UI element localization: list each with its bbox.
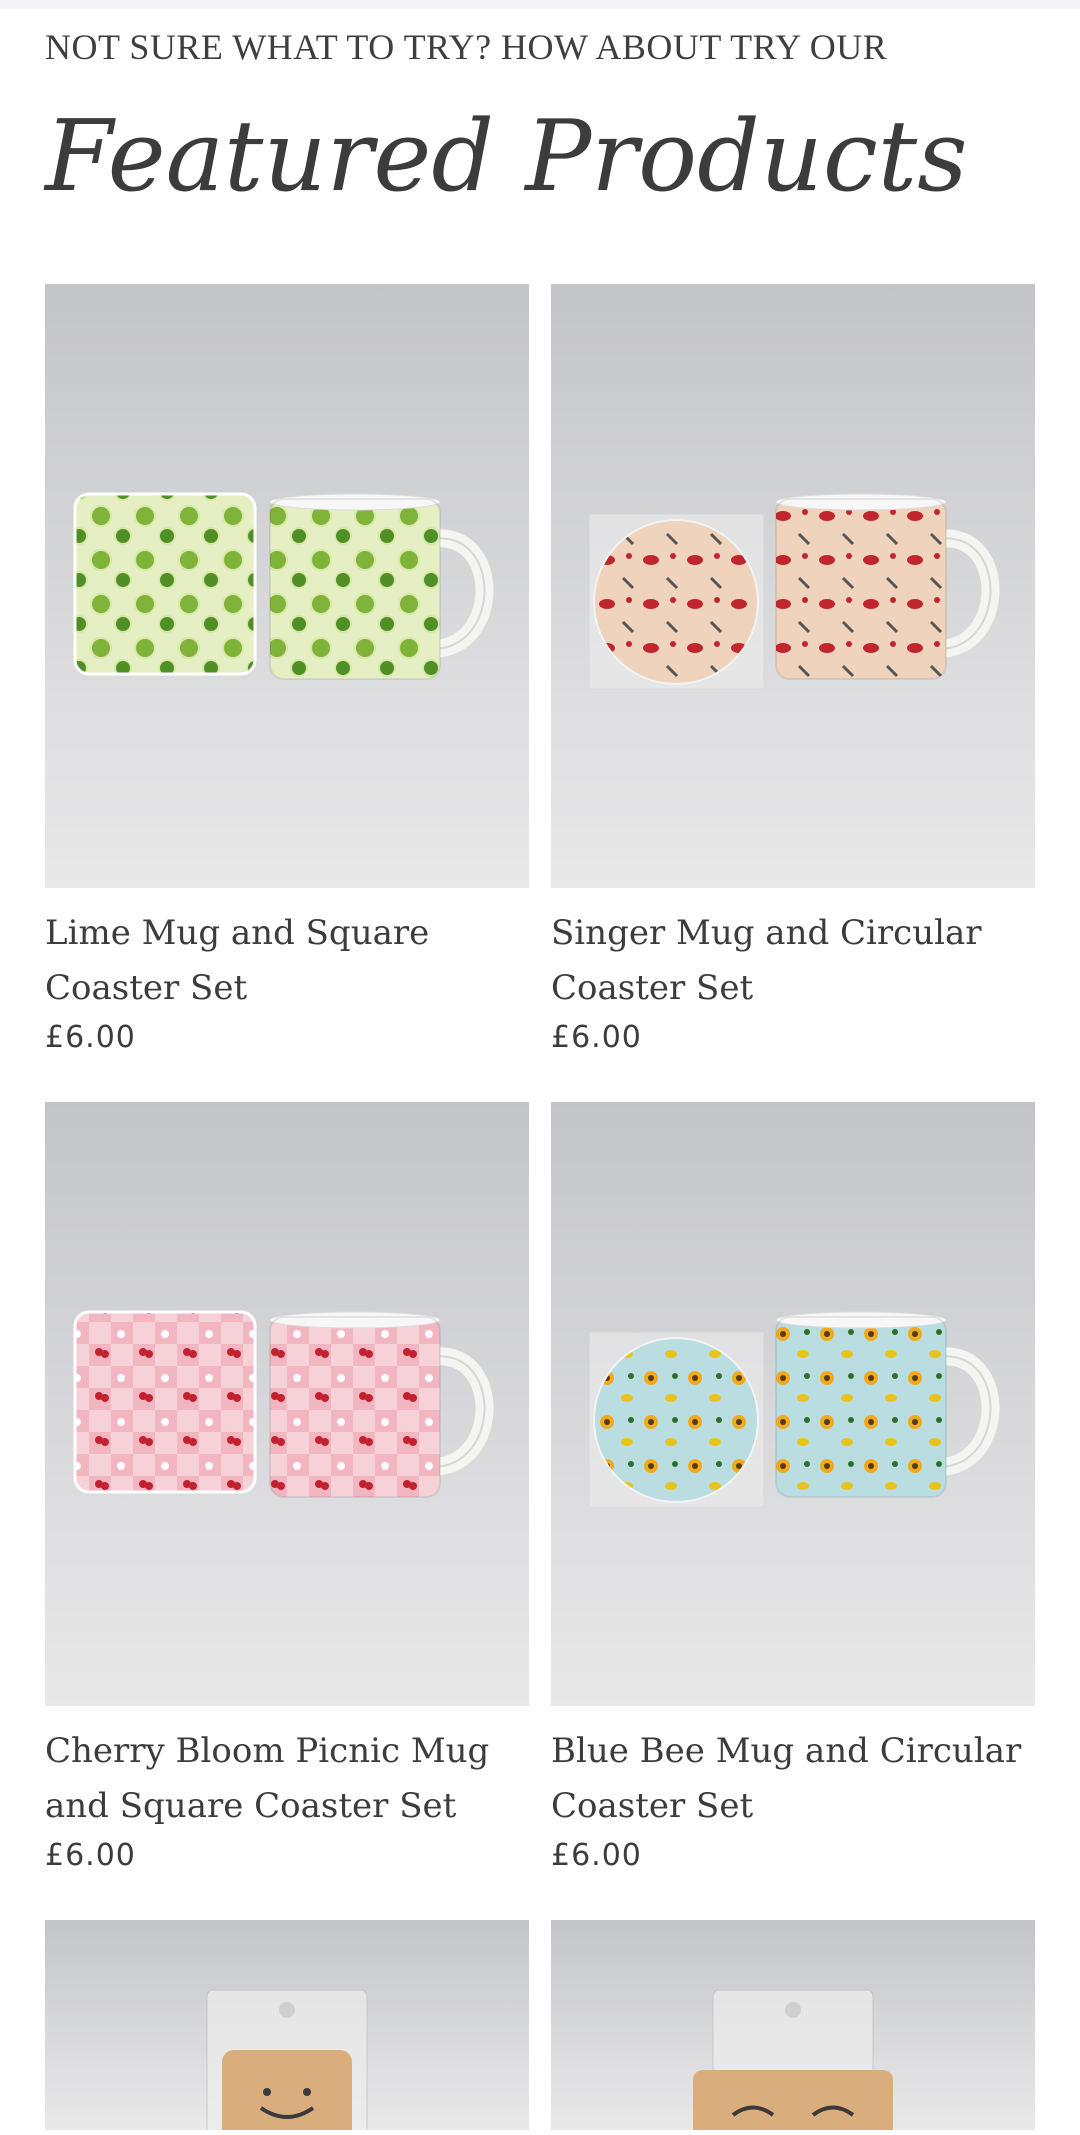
product-image[interactable] bbox=[551, 1920, 1035, 2130]
product-image[interactable] bbox=[551, 1102, 1035, 1706]
mug-rim bbox=[269, 493, 441, 511]
product-grid: Lime Mug and Square Coaster Set £6.00 Si… bbox=[45, 284, 1035, 2130]
product-title[interactable]: Blue Bee Mug and Circular Coaster Set bbox=[551, 1724, 1035, 1834]
coaster bbox=[73, 1310, 257, 1494]
product-price: £6.00 bbox=[45, 1838, 136, 1873]
product-title[interactable]: Lime Mug and Square Coaster Set bbox=[45, 906, 529, 1016]
product-image[interactable] bbox=[45, 284, 529, 888]
coaster bbox=[593, 519, 759, 685]
mug-rim bbox=[775, 1311, 947, 1329]
product-card[interactable]: Singer Mug and Circular Coaster Set £6.0… bbox=[551, 284, 1035, 1102]
product-card[interactable]: Cherry Bloom Picnic Mug and Square Coast… bbox=[45, 1102, 529, 1920]
product-card[interactable] bbox=[551, 1920, 1035, 2130]
product-image[interactable] bbox=[45, 1920, 529, 2130]
mug-rim bbox=[269, 1311, 441, 1329]
coaster bbox=[593, 1337, 759, 1503]
tag-eye bbox=[263, 2088, 271, 2096]
tag-eye bbox=[303, 2088, 311, 2096]
mug-body bbox=[270, 1317, 440, 1497]
product-card[interactable]: Blue Bee Mug and Circular Coaster Set £6… bbox=[551, 1102, 1035, 1920]
product-image[interactable] bbox=[551, 284, 1035, 888]
top-bar bbox=[0, 0, 1080, 9]
product-image[interactable] bbox=[45, 1102, 529, 1706]
mug-rim bbox=[775, 493, 947, 511]
hang-hole bbox=[785, 2002, 801, 2018]
product-price: £6.00 bbox=[551, 1020, 642, 1055]
mug-body bbox=[776, 499, 946, 679]
product-price: £6.00 bbox=[45, 1020, 136, 1055]
coaster bbox=[73, 492, 257, 676]
section-heading: Featured Products bbox=[45, 100, 968, 214]
mug-body bbox=[776, 1317, 946, 1497]
product-card[interactable] bbox=[45, 1920, 529, 2130]
hang-hole bbox=[279, 2002, 295, 2018]
mug-body bbox=[270, 499, 440, 679]
keyring-tag bbox=[693, 2070, 893, 2130]
product-card[interactable]: Lime Mug and Square Coaster Set £6.00 bbox=[45, 284, 529, 1102]
product-price: £6.00 bbox=[551, 1838, 642, 1873]
product-title[interactable]: Singer Mug and Circular Coaster Set bbox=[551, 906, 1035, 1016]
section-kicker: NOT SURE WHAT TO TRY? HOW ABOUT TRY OUR bbox=[45, 27, 888, 67]
product-title[interactable]: Cherry Bloom Picnic Mug and Square Coast… bbox=[45, 1724, 529, 1834]
